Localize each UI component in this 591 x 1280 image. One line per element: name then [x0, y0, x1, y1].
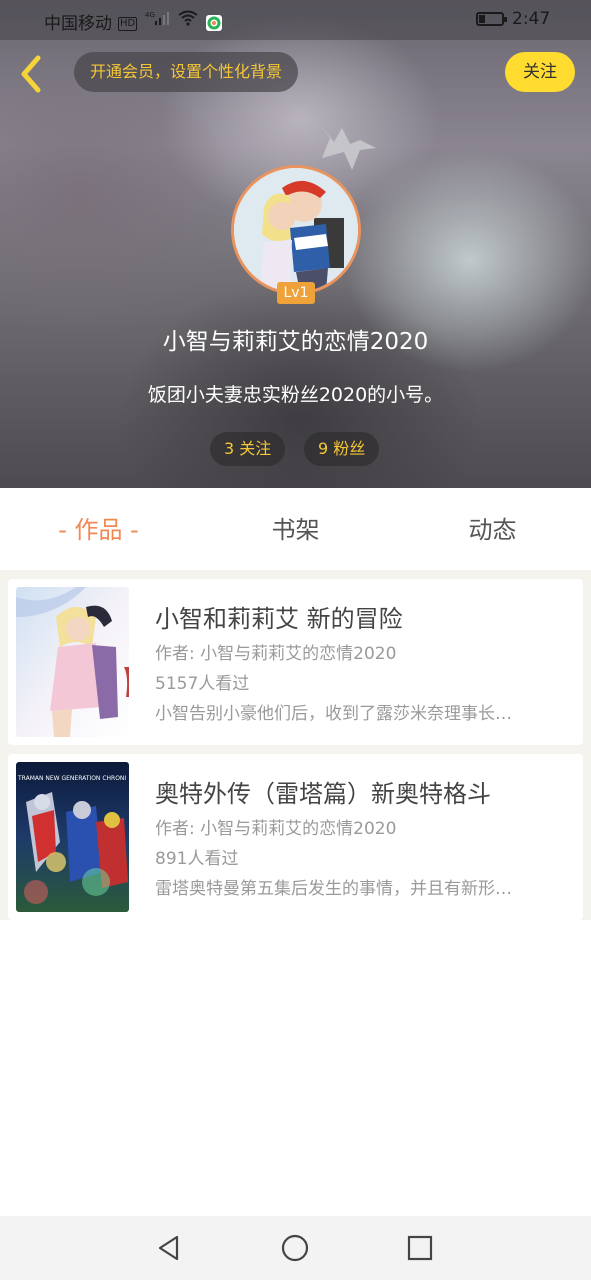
battery-icon — [476, 12, 507, 26]
triangle-back-icon[interactable] — [155, 1234, 183, 1262]
square-recent-icon[interactable] — [406, 1234, 434, 1262]
username: 小智与莉莉艾的恋情2020 — [162, 329, 429, 355]
list-item[interactable]: 小智和莉莉艾 新的冒险 作者: 小智与莉莉艾的恋情2020 5157人看过 小智… — [8, 579, 583, 745]
user-bio: 饭团小夫妻忠实粉丝2020的小号。 — [147, 384, 444, 406]
hd-icon: HD — [118, 17, 138, 31]
wifi-icon — [178, 10, 198, 29]
fans-count[interactable]: 9 粉丝 — [304, 432, 380, 466]
work-cover: TRAMAN NEW GENERATION CHRONI — [16, 762, 129, 912]
work-author: 作者: 小智与莉莉艾的恋情2020 — [155, 819, 397, 839]
work-views: 891人看过 — [155, 849, 239, 869]
system-nav-bar — [0, 1216, 591, 1280]
network-type-label: 4G — [145, 11, 155, 19]
clock: 2:47 — [512, 9, 551, 29]
app-notification-icon — [205, 15, 222, 31]
follow-button[interactable]: 关注 — [505, 52, 575, 92]
profile-header: 中国移动 HD 4G 2:47 开通会员，设置个性化背景 关注 Lv1 小智与莉… — [0, 0, 591, 488]
work-title: 奥特外传（雷塔篇）新奥特格斗 — [155, 780, 491, 808]
carrier-label: 中国移动 — [44, 14, 112, 34]
avatar-image — [234, 168, 358, 292]
back-button[interactable] — [16, 54, 46, 94]
circle-home-icon[interactable] — [281, 1234, 309, 1262]
status-bar: 中国移动 HD 4G 2:47 — [0, 0, 591, 40]
work-cover — [16, 587, 129, 737]
empty-area — [0, 920, 591, 1216]
status-icons: HD 4G — [118, 10, 226, 31]
following-count[interactable]: 3 关注 — [210, 432, 286, 466]
work-views: 5157人看过 — [155, 674, 250, 694]
avatar[interactable] — [231, 165, 361, 295]
tab-works[interactable]: - 作品 - — [0, 488, 197, 570]
signal-icon: 4G — [145, 10, 171, 29]
chevron-left-icon — [21, 55, 41, 93]
vip-background-prompt[interactable]: 开通会员，设置个性化背景 — [74, 52, 299, 92]
work-title: 小智和莉莉艾 新的冒险 — [155, 605, 403, 633]
list-item[interactable]: TRAMAN NEW GENERATION CHRONI 奥特外传（雷塔篇）新奥… — [8, 754, 583, 920]
cover-text: TRAMAN NEW GENERATION CHRONI — [17, 775, 126, 782]
tab-activity[interactable]: 动态 — [394, 488, 591, 570]
work-author: 作者: 小智与莉莉艾的恋情2020 — [155, 644, 397, 664]
work-description: 小智告别小豪他们后，收到了露莎米奈理事长… — [155, 704, 512, 724]
level-badge: Lv1 — [277, 282, 315, 304]
profile-tabs: - 作品 - 书架 动态 — [0, 488, 591, 570]
work-description: 雷塔奥特曼第五集后发生的事情，并且有新形… — [155, 879, 512, 899]
bird-decoration-icon — [318, 122, 376, 170]
tab-bookshelf[interactable]: 书架 — [197, 488, 394, 570]
